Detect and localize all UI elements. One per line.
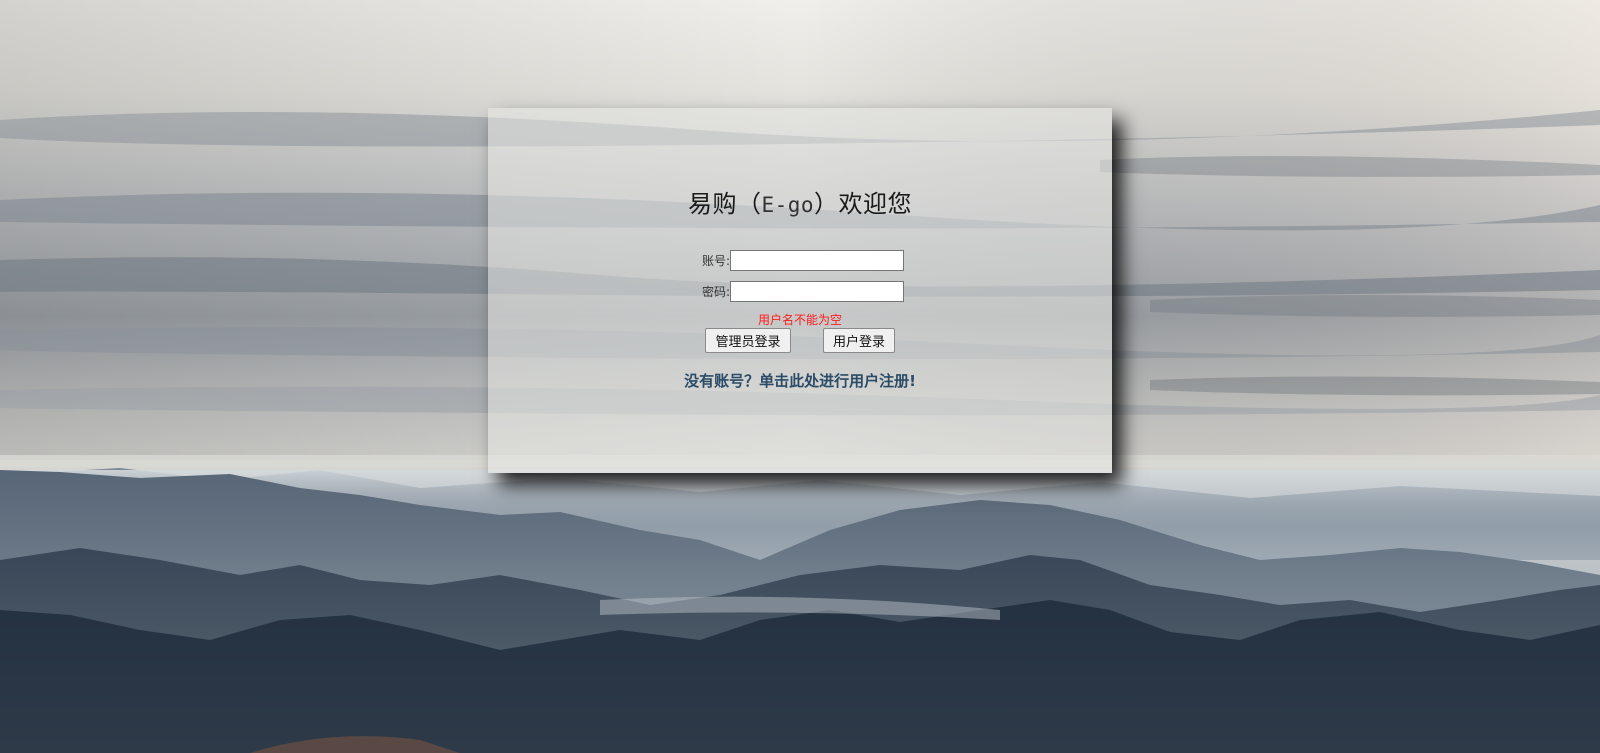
title-suffix: ）欢迎您 xyxy=(814,190,913,218)
password-input[interactable] xyxy=(730,280,904,302)
login-panel: 易购（E-go）欢迎您 账号: 密码: 用户名不能为空 管理员登录 用户登录 没… xyxy=(488,108,1112,473)
account-row: 账号: xyxy=(686,248,904,272)
password-label: 密码: xyxy=(701,284,730,299)
error-message: 用户名不能为空 xyxy=(757,313,842,327)
title-prefix: 易购（ xyxy=(687,190,762,218)
admin-login-button[interactable]: 管理员登录 xyxy=(705,328,791,353)
password-row: 密码: xyxy=(686,279,904,303)
register-link[interactable]: 没有账号？单击此处进行用户注册! xyxy=(488,370,1112,391)
account-input[interactable] xyxy=(730,249,904,271)
account-label: 账号: xyxy=(701,253,730,268)
user-login-button[interactable]: 用户登录 xyxy=(823,328,895,353)
page-title: 易购（E-go）欢迎您 xyxy=(488,184,1112,219)
title-latin: E-go xyxy=(761,193,815,217)
